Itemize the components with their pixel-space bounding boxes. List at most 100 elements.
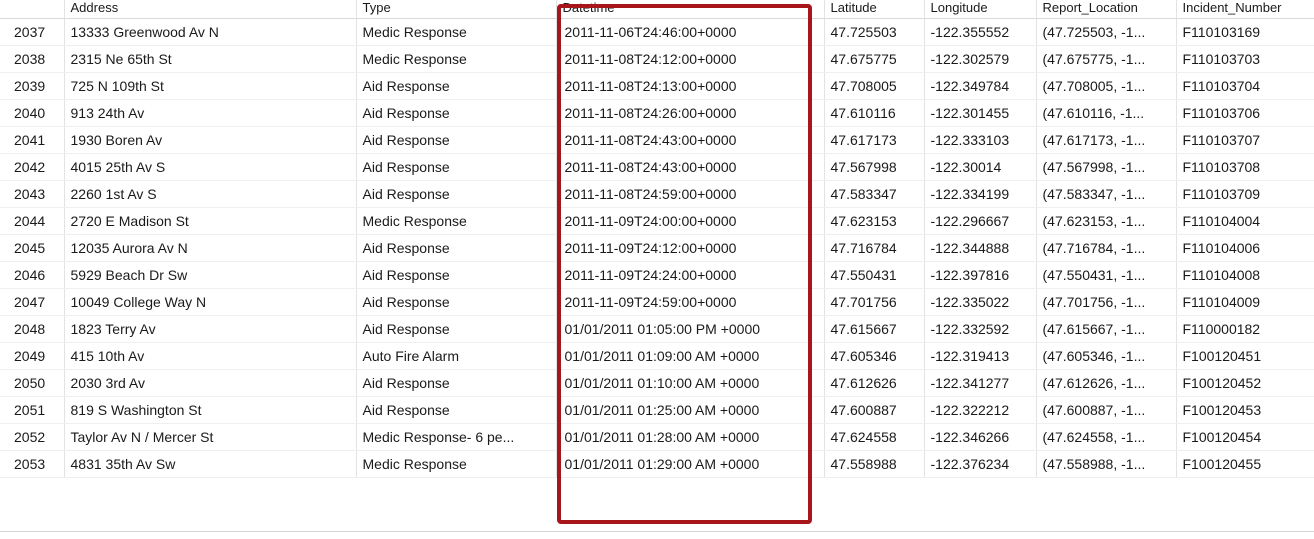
cell-datetime[interactable]: 2011-11-09T24:59:00+0000 (556, 288, 825, 316)
cell-longitude[interactable]: -122.335022 (924, 288, 1037, 316)
cell-latitude[interactable]: 47.701756 (824, 288, 925, 316)
cell-address[interactable]: 819 S Washington St (64, 396, 357, 424)
column-header-latitude[interactable]: Latitude (824, 0, 925, 19)
cell-datetime[interactable]: 2011-11-08T24:26:00+0000 (556, 99, 825, 127)
cell-longitude[interactable]: -122.344888 (924, 234, 1037, 262)
cell-type[interactable]: Medic Response (356, 18, 557, 46)
cell-datetime[interactable]: 2011-11-09T24:12:00+0000 (556, 234, 825, 262)
cell-report-location[interactable]: (47.550431, -1... (1036, 261, 1177, 289)
cell-datetime[interactable]: 01/01/2011 01:09:00 AM +0000 (556, 342, 825, 370)
cell-address[interactable]: 913 24th Av (64, 99, 357, 127)
cell-row-number[interactable]: 2041 (0, 126, 65, 154)
cell-type[interactable]: Aid Response (356, 261, 557, 289)
data-grid[interactable]: Address Type Datetime Latitude Longitude Repo… (0, 0, 1314, 478)
cell-address[interactable]: 1930 Boren Av (64, 126, 357, 154)
column-header-report-location[interactable]: Report_Location (1036, 0, 1177, 19)
cell-type[interactable]: Medic Response (356, 207, 557, 235)
cell-datetime[interactable]: 01/01/2011 01:25:00 AM +0000 (556, 396, 825, 424)
cell-row-number[interactable]: 2037 (0, 18, 65, 46)
cell-latitude[interactable]: 47.623153 (824, 207, 925, 235)
cell-incident-number[interactable]: F110103169 (1176, 18, 1314, 46)
cell-address[interactable]: 10049 College Way N (64, 288, 357, 316)
cell-address[interactable]: 1823 Terry Av (64, 315, 357, 343)
cell-row-number[interactable]: 2051 (0, 396, 65, 424)
cell-type[interactable]: Auto Fire Alarm (356, 342, 557, 370)
cell-latitude[interactable]: 47.550431 (824, 261, 925, 289)
cell-datetime[interactable]: 01/01/2011 01:28:00 AM +0000 (556, 423, 825, 451)
cell-row-number[interactable]: 2039 (0, 72, 65, 100)
cell-report-location[interactable]: (47.612626, -1... (1036, 369, 1177, 397)
cell-address[interactable]: Taylor Av N / Mercer St (64, 423, 357, 451)
cell-report-location[interactable]: (47.675775, -1... (1036, 45, 1177, 73)
cell-datetime[interactable]: 2011-11-08T24:13:00+0000 (556, 72, 825, 100)
cell-report-location[interactable]: (47.605346, -1... (1036, 342, 1177, 370)
cell-address[interactable]: 2315 Ne 65th St (64, 45, 357, 73)
cell-latitude[interactable]: 47.716784 (824, 234, 925, 262)
cell-latitude[interactable]: 47.605346 (824, 342, 925, 370)
cell-longitude[interactable]: -122.302579 (924, 45, 1037, 73)
cell-datetime[interactable]: 01/01/2011 01:05:00 PM +0000 (556, 315, 825, 343)
cell-longitude[interactable]: -122.296667 (924, 207, 1037, 235)
cell-incident-number[interactable]: F110103704 (1176, 72, 1314, 100)
cell-row-number[interactable]: 2048 (0, 315, 65, 343)
cell-datetime[interactable]: 2011-11-09T24:00:00+0000 (556, 207, 825, 235)
cell-incident-number[interactable]: F110103707 (1176, 126, 1314, 154)
cell-longitude[interactable]: -122.332592 (924, 315, 1037, 343)
table-row[interactable]: 2040 913 24th Av Aid Response 2011-11-08T24… (0, 99, 1314, 127)
cell-incident-number[interactable]: F110104004 (1176, 207, 1314, 235)
cell-address[interactable]: 12035 Aurora Av N (64, 234, 357, 262)
cell-address[interactable]: 5929 Beach Dr Sw (64, 261, 357, 289)
cell-incident-number[interactable]: F100120451 (1176, 342, 1314, 370)
cell-latitude[interactable]: 47.583347 (824, 180, 925, 208)
cell-report-location[interactable]: (47.623153, -1... (1036, 207, 1177, 235)
table-row[interactable]: 2039 725 N 109th St Aid Response 2011-11-08… (0, 72, 1314, 100)
cell-type[interactable]: Aid Response (356, 180, 557, 208)
cell-longitude[interactable]: -122.334199 (924, 180, 1037, 208)
cell-type[interactable]: Aid Response (356, 153, 557, 181)
cell-incident-number[interactable]: F110000182 (1176, 315, 1314, 343)
cell-row-number[interactable]: 2040 (0, 99, 65, 127)
column-header-address[interactable]: Address (64, 0, 357, 19)
cell-report-location[interactable]: (47.716784, -1... (1036, 234, 1177, 262)
cell-latitude[interactable]: 47.600887 (824, 396, 925, 424)
table-row[interactable]: 2048 1823 Terry Av Aid Response 01/01/2011 … (0, 315, 1314, 343)
table-row[interactable]: 2046 5929 Beach Dr Sw Aid Response 2011-11-… (0, 261, 1314, 289)
cell-report-location[interactable]: (47.617173, -1... (1036, 126, 1177, 154)
table-row[interactable]: 2050 2030 3rd Av Aid Response 01/01/2011 01… (0, 369, 1314, 397)
cell-row-number[interactable]: 2046 (0, 261, 65, 289)
cell-row-number[interactable]: 2043 (0, 180, 65, 208)
cell-longitude[interactable]: -122.301455 (924, 99, 1037, 127)
cell-longitude[interactable]: -122.341277 (924, 369, 1037, 397)
cell-type[interactable]: Aid Response (356, 369, 557, 397)
column-header-row-number[interactable] (0, 0, 65, 19)
cell-type[interactable]: Medic Response (356, 450, 557, 478)
cell-datetime[interactable]: 2011-11-06T24:46:00+0000 (556, 18, 825, 46)
cell-address[interactable]: 13333 Greenwood Av N (64, 18, 357, 46)
cell-datetime[interactable]: 01/01/2011 01:10:00 AM +0000 (556, 369, 825, 397)
cell-report-location[interactable]: (47.701756, -1... (1036, 288, 1177, 316)
column-header-incident-number[interactable]: Incident_Number (1176, 0, 1314, 19)
cell-report-location[interactable]: (47.708005, -1... (1036, 72, 1177, 100)
column-header-type[interactable]: Type (356, 0, 557, 19)
cell-report-location[interactable]: (47.567998, -1... (1036, 153, 1177, 181)
cell-datetime[interactable]: 2011-11-08T24:43:00+0000 (556, 153, 825, 181)
table-row[interactable]: 2044 2720 E Madison St Medic Response 2011-… (0, 207, 1314, 235)
cell-latitude[interactable]: 47.708005 (824, 72, 925, 100)
cell-row-number[interactable]: 2047 (0, 288, 65, 316)
cell-type[interactable]: Aid Response (356, 288, 557, 316)
cell-type[interactable]: Aid Response (356, 396, 557, 424)
cell-incident-number[interactable]: F110103703 (1176, 45, 1314, 73)
cell-datetime[interactable]: 2011-11-08T24:59:00+0000 (556, 180, 825, 208)
cell-datetime[interactable]: 2011-11-08T24:12:00+0000 (556, 45, 825, 73)
cell-row-number[interactable]: 2045 (0, 234, 65, 262)
cell-address[interactable]: 4015 25th Av S (64, 153, 357, 181)
table-row[interactable]: 2043 2260 1st Av S Aid Response 2011-11-08T… (0, 180, 1314, 208)
cell-address[interactable]: 2720 E Madison St (64, 207, 357, 235)
cell-incident-number[interactable]: F110104009 (1176, 288, 1314, 316)
cell-incident-number[interactable]: F100120455 (1176, 450, 1314, 478)
cell-report-location[interactable]: (47.600887, -1... (1036, 396, 1177, 424)
cell-latitude[interactable]: 47.612626 (824, 369, 925, 397)
cell-type[interactable]: Aid Response (356, 234, 557, 262)
cell-longitude[interactable]: -122.30014 (924, 153, 1037, 181)
table-row[interactable]: 2037 13333 Greenwood Av N Medic Response 20… (0, 18, 1314, 46)
